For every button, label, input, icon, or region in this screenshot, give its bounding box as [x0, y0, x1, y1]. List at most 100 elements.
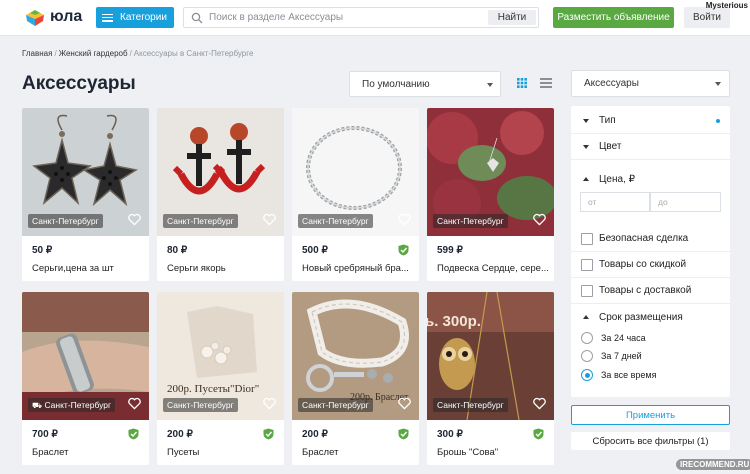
- reset-filters-button[interactable]: Сбросить все фильтры (1): [571, 432, 730, 450]
- product-title[interactable]: Браслет: [32, 447, 144, 458]
- expand-icon: [583, 119, 589, 123]
- top-header: юла Категории Найти Разместить объявлени…: [0, 0, 750, 36]
- price-to-input[interactable]: до: [650, 192, 721, 212]
- favorite-heart-icon[interactable]: [398, 397, 411, 410]
- product-card[interactable]: ⛟ Санкт-Петербург 700 ₽ Браслет: [22, 292, 149, 465]
- logo-text[interactable]: юла: [50, 8, 82, 26]
- radio-button[interactable]: [581, 350, 593, 362]
- product-title[interactable]: Подвеска Сердце, сере...: [437, 263, 549, 274]
- filter-type-label: Тип: [599, 115, 616, 126]
- collapse-icon: [583, 177, 589, 181]
- product-title[interactable]: Пусеты: [167, 447, 279, 458]
- filter-color[interactable]: Цвет: [571, 134, 730, 160]
- filter-delivery[interactable]: Товары с доставкой: [571, 278, 730, 304]
- product-price: 599 ₽: [437, 245, 463, 256]
- collapse-icon: [583, 315, 589, 319]
- verified-shield-icon: [398, 244, 409, 256]
- page-title: Аксессуары: [22, 73, 136, 94]
- product-card[interactable]: Санкт-Петербург 50 ₽ Серьги,цена за шт: [22, 108, 149, 281]
- product-card[interactable]: 200р. Пусеты"Dior" Санкт-Петербург 200 ₽…: [157, 292, 284, 465]
- list-view-icon[interactable]: [540, 78, 552, 88]
- login-button[interactable]: Войти: [684, 7, 730, 28]
- filter-type[interactable]: Тип: [571, 108, 730, 134]
- period-option-24h[interactable]: За 24 часа: [571, 329, 730, 347]
- discount-label: Товары со скидкой: [599, 259, 687, 270]
- location-badge: ⛟ Санкт-Петербург: [28, 398, 116, 412]
- irecommend-watermark: IRECOMMEND.RU: [676, 459, 750, 470]
- grid-view-icon[interactable]: [517, 78, 527, 88]
- favorite-heart-icon[interactable]: [533, 397, 546, 410]
- period-label: Срок размещения: [599, 311, 683, 323]
- verified-shield-icon: [128, 428, 139, 440]
- product-title[interactable]: Серьги,цена за шт: [32, 263, 144, 274]
- safe-deal-checkbox[interactable]: [581, 233, 593, 245]
- expand-icon: [583, 145, 589, 149]
- sort-select[interactable]: По умолчанию: [349, 71, 501, 97]
- favorite-heart-icon[interactable]: [398, 213, 411, 226]
- product-price: 300 ₽: [437, 429, 463, 440]
- apply-filters-button[interactable]: Применить: [571, 405, 730, 425]
- category-value: Аксессуары: [584, 78, 639, 89]
- period-option-all[interactable]: За все время: [571, 366, 730, 384]
- location-badge: Санкт-Петербург: [433, 214, 508, 228]
- categories-label: Категории: [120, 12, 167, 23]
- discount-checkbox[interactable]: [581, 259, 593, 271]
- product-title[interactable]: Браслет: [302, 447, 414, 458]
- filter-price[interactable]: Цена, ₽: [571, 166, 730, 192]
- post-ad-button[interactable]: Разместить объявление: [553, 7, 674, 28]
- delivery-label: Товары с доставкой: [599, 285, 692, 296]
- period-option-label: За все время: [601, 370, 657, 380]
- breadcrumb-wardrobe[interactable]: Женский гардероб: [59, 49, 128, 58]
- search-input[interactable]: [209, 9, 487, 26]
- search-icon: [191, 12, 203, 24]
- product-card[interactable]: ь. 300р. Санкт-Петербург 300 ₽ Брошь "Со…: [427, 292, 554, 465]
- filter-safe-deal[interactable]: Безопасная сделка: [571, 226, 730, 252]
- location-badge: Санкт-Петербург: [28, 214, 103, 228]
- favorite-heart-icon[interactable]: [263, 213, 276, 226]
- chevron-down-icon: [715, 82, 721, 86]
- location-badge: Санкт-Петербург: [163, 214, 238, 228]
- product-title[interactable]: Брошь "Сова": [437, 447, 549, 458]
- product-price: 200 ₽: [302, 429, 328, 440]
- favorite-heart-icon[interactable]: [128, 213, 141, 226]
- filters-panel: Тип Цвет Цена, ₽ от до Безопасная сделка…: [571, 106, 730, 397]
- location-text: Санкт-Петербург: [44, 400, 112, 410]
- radio-button-selected[interactable]: [581, 369, 593, 381]
- safe-deal-label: Безопасная сделка: [599, 233, 689, 244]
- product-title[interactable]: Новый сребряный бра...: [302, 263, 414, 274]
- image-caption: ь. 300р.: [427, 313, 481, 330]
- product-price: 50 ₽: [32, 245, 53, 256]
- product-card[interactable]: Санкт-Петербург 599 ₽ Подвеска Сердце, с…: [427, 108, 554, 281]
- product-card[interactable]: 200р. Браслет Санкт-Петербург 200 ₽ Брас…: [292, 292, 419, 465]
- product-title[interactable]: Серьги якорь: [167, 263, 279, 274]
- filter-discount[interactable]: Товары со скидкой: [571, 252, 730, 278]
- period-option-label: За 7 дней: [601, 351, 642, 361]
- favorite-heart-icon[interactable]: [533, 213, 546, 226]
- period-option-label: За 24 часа: [601, 333, 646, 343]
- search-button[interactable]: Найти: [488, 10, 536, 25]
- filter-period[interactable]: Срок размещения: [571, 304, 730, 330]
- product-price: 200 ₽: [167, 429, 193, 440]
- filter-color-label: Цвет: [599, 141, 622, 152]
- radio-button[interactable]: [581, 332, 593, 344]
- price-from-input[interactable]: от: [580, 192, 650, 212]
- chevron-down-icon: [487, 83, 493, 87]
- product-card[interactable]: Санкт-Петербург 80 ₽ Серьги якорь: [157, 108, 284, 281]
- menu-icon: [102, 13, 113, 22]
- category-select[interactable]: Аксессуары: [571, 70, 730, 97]
- product-price: 500 ₽: [302, 245, 328, 256]
- yula-logo-icon[interactable]: [24, 7, 46, 29]
- delivery-checkbox[interactable]: [581, 285, 593, 297]
- period-option-7d[interactable]: За 7 дней: [571, 347, 730, 365]
- categories-button[interactable]: Категории: [96, 7, 174, 28]
- favorite-heart-icon[interactable]: [128, 397, 141, 410]
- breadcrumb-current: Аксессуары в Санкт-Петербурге: [133, 49, 254, 58]
- location-badge: Санкт-Петербург: [298, 214, 373, 228]
- breadcrumb-home[interactable]: Главная: [22, 49, 52, 58]
- location-badge: Санкт-Петербург: [163, 398, 238, 412]
- user-watermark: Mysterious: [705, 1, 748, 10]
- favorite-heart-icon[interactable]: [263, 397, 276, 410]
- product-card[interactable]: Санкт-Петербург 500 ₽ Новый сребряный бр…: [292, 108, 419, 281]
- location-badge: Санкт-Петербург: [433, 398, 508, 412]
- breadcrumb-separator: /: [54, 49, 57, 58]
